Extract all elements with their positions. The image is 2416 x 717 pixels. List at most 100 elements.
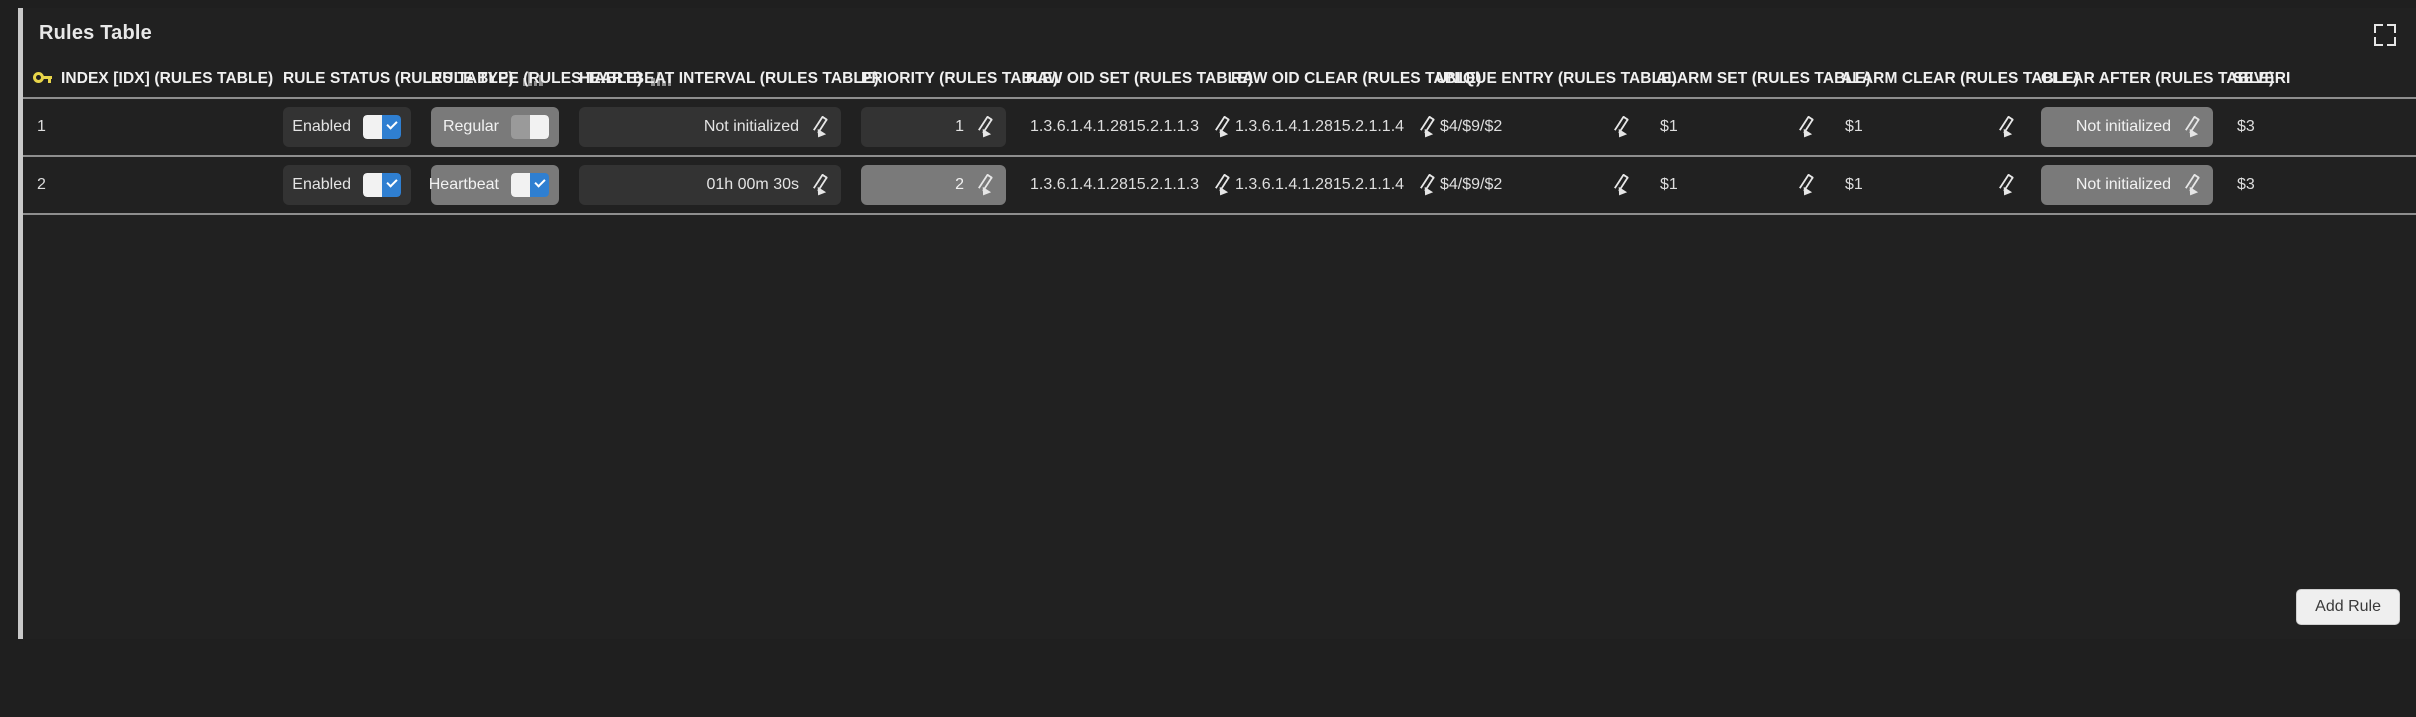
cell-heartbeat-interval-label: Not initialized	[703, 118, 799, 135]
column-header-inner: RULE STATUS (RULES TABLE)	[283, 70, 543, 88]
edit-pencil-icon[interactable]	[2183, 173, 2203, 199]
table-row[interactable]: 2 Enabled Heartbeat 01h 00m 30s 2 1.3.6.1.4.1…	[23, 156, 2416, 215]
cell-severity[interactable]: $3	[2223, 156, 2416, 215]
column-header[interactable]: SEVERI	[2223, 60, 2416, 99]
cell-raw-oid-clear-value: 1.3.6.1.4.1.2815.2.1.1.4	[1235, 176, 1405, 193]
cell-raw-oid-set-wrap: 1.3.6.1.4.1.2815.2.1.1.3	[1026, 107, 1231, 147]
cell-heartbeat-interval[interactable]: 01h 00m 30s	[569, 156, 851, 215]
cell-priority-chip[interactable]: 2	[861, 165, 1006, 205]
column-header-inner: PRIORITY (RULES TABLE)	[861, 70, 1058, 88]
cell-alarm-set-wrap: $1	[1656, 165, 1821, 205]
toggle-switch[interactable]	[363, 173, 401, 197]
column-header[interactable]: RAW OID CLEAR (RULES TABLE)	[1221, 60, 1481, 99]
cell-rule-type-chip[interactable]: Regular	[431, 107, 559, 147]
cell-raw-oid-clear[interactable]: 1.3.6.1.4.1.2815.2.1.1.4	[1221, 156, 1436, 215]
table-row[interactable]: 1 Enabled Regular Not initialized 1 1.3.6.1.4…	[23, 98, 2416, 157]
table-body: 1 Enabled Regular Not initialized 1 1.3.6.1.4…	[23, 98, 2416, 215]
cell-rule-status[interactable]: Enabled	[273, 98, 421, 157]
cell-unique-entry[interactable]: $4/$9/$2	[1426, 98, 1646, 157]
cell-heartbeat-interval[interactable]: Not initialized	[569, 98, 851, 157]
column-header-label: SEVERI	[2233, 69, 2291, 87]
index-value-wrap: 1	[33, 107, 263, 147]
toggle-switch[interactable]	[511, 173, 549, 197]
column-header[interactable]: RULE STATUS (RULES TABLE)	[273, 60, 543, 99]
cell-rule-status-chip[interactable]: Enabled	[283, 165, 411, 205]
cell-raw-oid-set[interactable]: 1.3.6.1.4.1.2815.2.1.1.3	[1016, 98, 1231, 157]
edit-pencil-icon[interactable]	[1612, 115, 1632, 141]
cell-priority[interactable]: 2	[851, 156, 1016, 215]
cell-unique-entry[interactable]: $4/$9/$2	[1426, 156, 1646, 215]
cell-clear-after-label: Not initialized	[2075, 118, 2171, 135]
column-header[interactable]: ALARM SET (RULES TABLE)	[1646, 60, 1871, 99]
cell-rule-status[interactable]: Enabled	[273, 156, 421, 215]
column-header[interactable]: RULE TYPE (RULES TABLE)	[421, 60, 672, 99]
expand-fullscreen-icon[interactable]	[2372, 22, 2398, 48]
cell-heartbeat-interval-chip[interactable]: 01h 00m 30s	[579, 165, 841, 205]
cell-raw-oid-clear-wrap: 1.3.6.1.4.1.2815.2.1.1.4	[1231, 107, 1436, 147]
cell-rule-type[interactable]: Regular	[421, 98, 569, 157]
cell-alarm-clear[interactable]: $1	[1831, 98, 2031, 157]
edit-pencil-icon[interactable]	[2183, 115, 2203, 141]
cell-heartbeat-interval-chip[interactable]: Not initialized	[579, 107, 841, 147]
edit-pencil-icon[interactable]	[1418, 173, 1438, 199]
cell-clear-after[interactable]: Not initialized	[2031, 98, 2223, 157]
cell-index[interactable]: 2	[23, 156, 273, 215]
cell-rule-type[interactable]: Heartbeat	[421, 156, 569, 215]
column-header-inner: RAW OID SET (RULES TABLE)	[1026, 70, 1253, 88]
cell-alarm-set[interactable]: $1	[1646, 156, 1831, 215]
cell-unique-entry-value: $4/$9/$2	[1440, 118, 1503, 135]
column-header[interactable]: HEARTBEAT INTERVAL (RULES TABLE)	[569, 60, 879, 99]
edit-pencil-icon[interactable]	[1997, 115, 2017, 141]
column-header-label: INDEX [IDX] (RULES TABLE)	[61, 69, 274, 87]
cell-rule-status-label: Enabled	[292, 118, 351, 135]
add-rule-button[interactable]: Add Rule	[2296, 589, 2400, 625]
cell-severity[interactable]: $3	[2223, 98, 2416, 157]
column-header-inner: ALARM SET (RULES TABLE)	[1656, 70, 1871, 88]
cell-alarm-set-wrap: $1	[1656, 107, 1821, 147]
column-header[interactable]: CLEAR AFTER (RULES TABLE)	[2031, 60, 2274, 99]
cell-alarm-clear-value: $1	[1845, 176, 1863, 193]
cell-priority-chip[interactable]: 1	[861, 107, 1006, 147]
edit-pencil-icon[interactable]	[976, 173, 996, 199]
cell-priority-label: 2	[955, 176, 964, 193]
column-header[interactable]: PRIORITY (RULES TABLE)	[851, 60, 1058, 99]
rules-table-panel: Rules Table INDEX [IDX] (RULES TABLE) RUL…	[18, 8, 2416, 639]
cell-rule-type-chip[interactable]: Heartbeat	[429, 165, 559, 205]
edit-pencil-icon[interactable]	[811, 115, 831, 141]
cell-alarm-set-value: $1	[1660, 176, 1678, 193]
edit-pencil-icon[interactable]	[1213, 173, 1233, 199]
edit-pencil-icon[interactable]	[1997, 173, 2017, 199]
column-header-label: RAW OID SET (RULES TABLE)	[1026, 69, 1253, 87]
edit-pencil-icon[interactable]	[811, 173, 831, 199]
cell-index[interactable]: 1	[23, 98, 273, 157]
cell-priority[interactable]: 1	[851, 98, 1016, 157]
column-header-label: UNIQUE ENTRY (RULES TABLE)	[1436, 69, 1677, 87]
edit-pencil-icon[interactable]	[1418, 115, 1438, 141]
column-header[interactable]: UNIQUE ENTRY (RULES TABLE)	[1426, 60, 1677, 99]
edit-pencil-icon[interactable]	[1213, 115, 1233, 141]
cell-raw-oid-set-wrap: 1.3.6.1.4.1.2815.2.1.1.3	[1026, 165, 1231, 205]
cell-alarm-clear[interactable]: $1	[1831, 156, 2031, 215]
cell-raw-oid-clear-value: 1.3.6.1.4.1.2815.2.1.1.4	[1235, 118, 1405, 135]
column-header[interactable]: RAW OID SET (RULES TABLE)	[1016, 60, 1253, 99]
cell-clear-after-chip[interactable]: Not initialized	[2041, 165, 2213, 205]
toggle-switch[interactable]	[363, 115, 401, 139]
edit-pencil-icon[interactable]	[1797, 173, 1817, 199]
cell-raw-oid-set[interactable]: 1.3.6.1.4.1.2815.2.1.1.3	[1016, 156, 1231, 215]
cell-rule-status-chip[interactable]: Enabled	[283, 107, 411, 147]
toggle-switch[interactable]	[511, 115, 549, 139]
edit-pencil-icon[interactable]	[1612, 173, 1632, 199]
column-header-inner: HEARTBEAT INTERVAL (RULES TABLE)	[579, 70, 879, 88]
cell-clear-after-chip[interactable]: Not initialized	[2041, 107, 2213, 147]
table-header: INDEX [IDX] (RULES TABLE) RULE STATUS (RU…	[23, 60, 2416, 99]
column-header[interactable]: ALARM CLEAR (RULES TABLE)	[1831, 60, 2079, 99]
column-header[interactable]: INDEX [IDX] (RULES TABLE)	[23, 60, 274, 99]
edit-pencil-icon[interactable]	[1797, 115, 1817, 141]
index-value: 2	[37, 176, 46, 193]
cell-alarm-set[interactable]: $1	[1646, 98, 1831, 157]
cell-rule-type-label: Regular	[442, 118, 499, 135]
edit-pencil-icon[interactable]	[976, 115, 996, 141]
cell-raw-oid-clear[interactable]: 1.3.6.1.4.1.2815.2.1.1.4	[1221, 98, 1436, 157]
cell-clear-after[interactable]: Not initialized	[2031, 156, 2223, 215]
rules-table-scroll-area[interactable]: INDEX [IDX] (RULES TABLE) RULE STATUS (RU…	[23, 60, 2416, 639]
